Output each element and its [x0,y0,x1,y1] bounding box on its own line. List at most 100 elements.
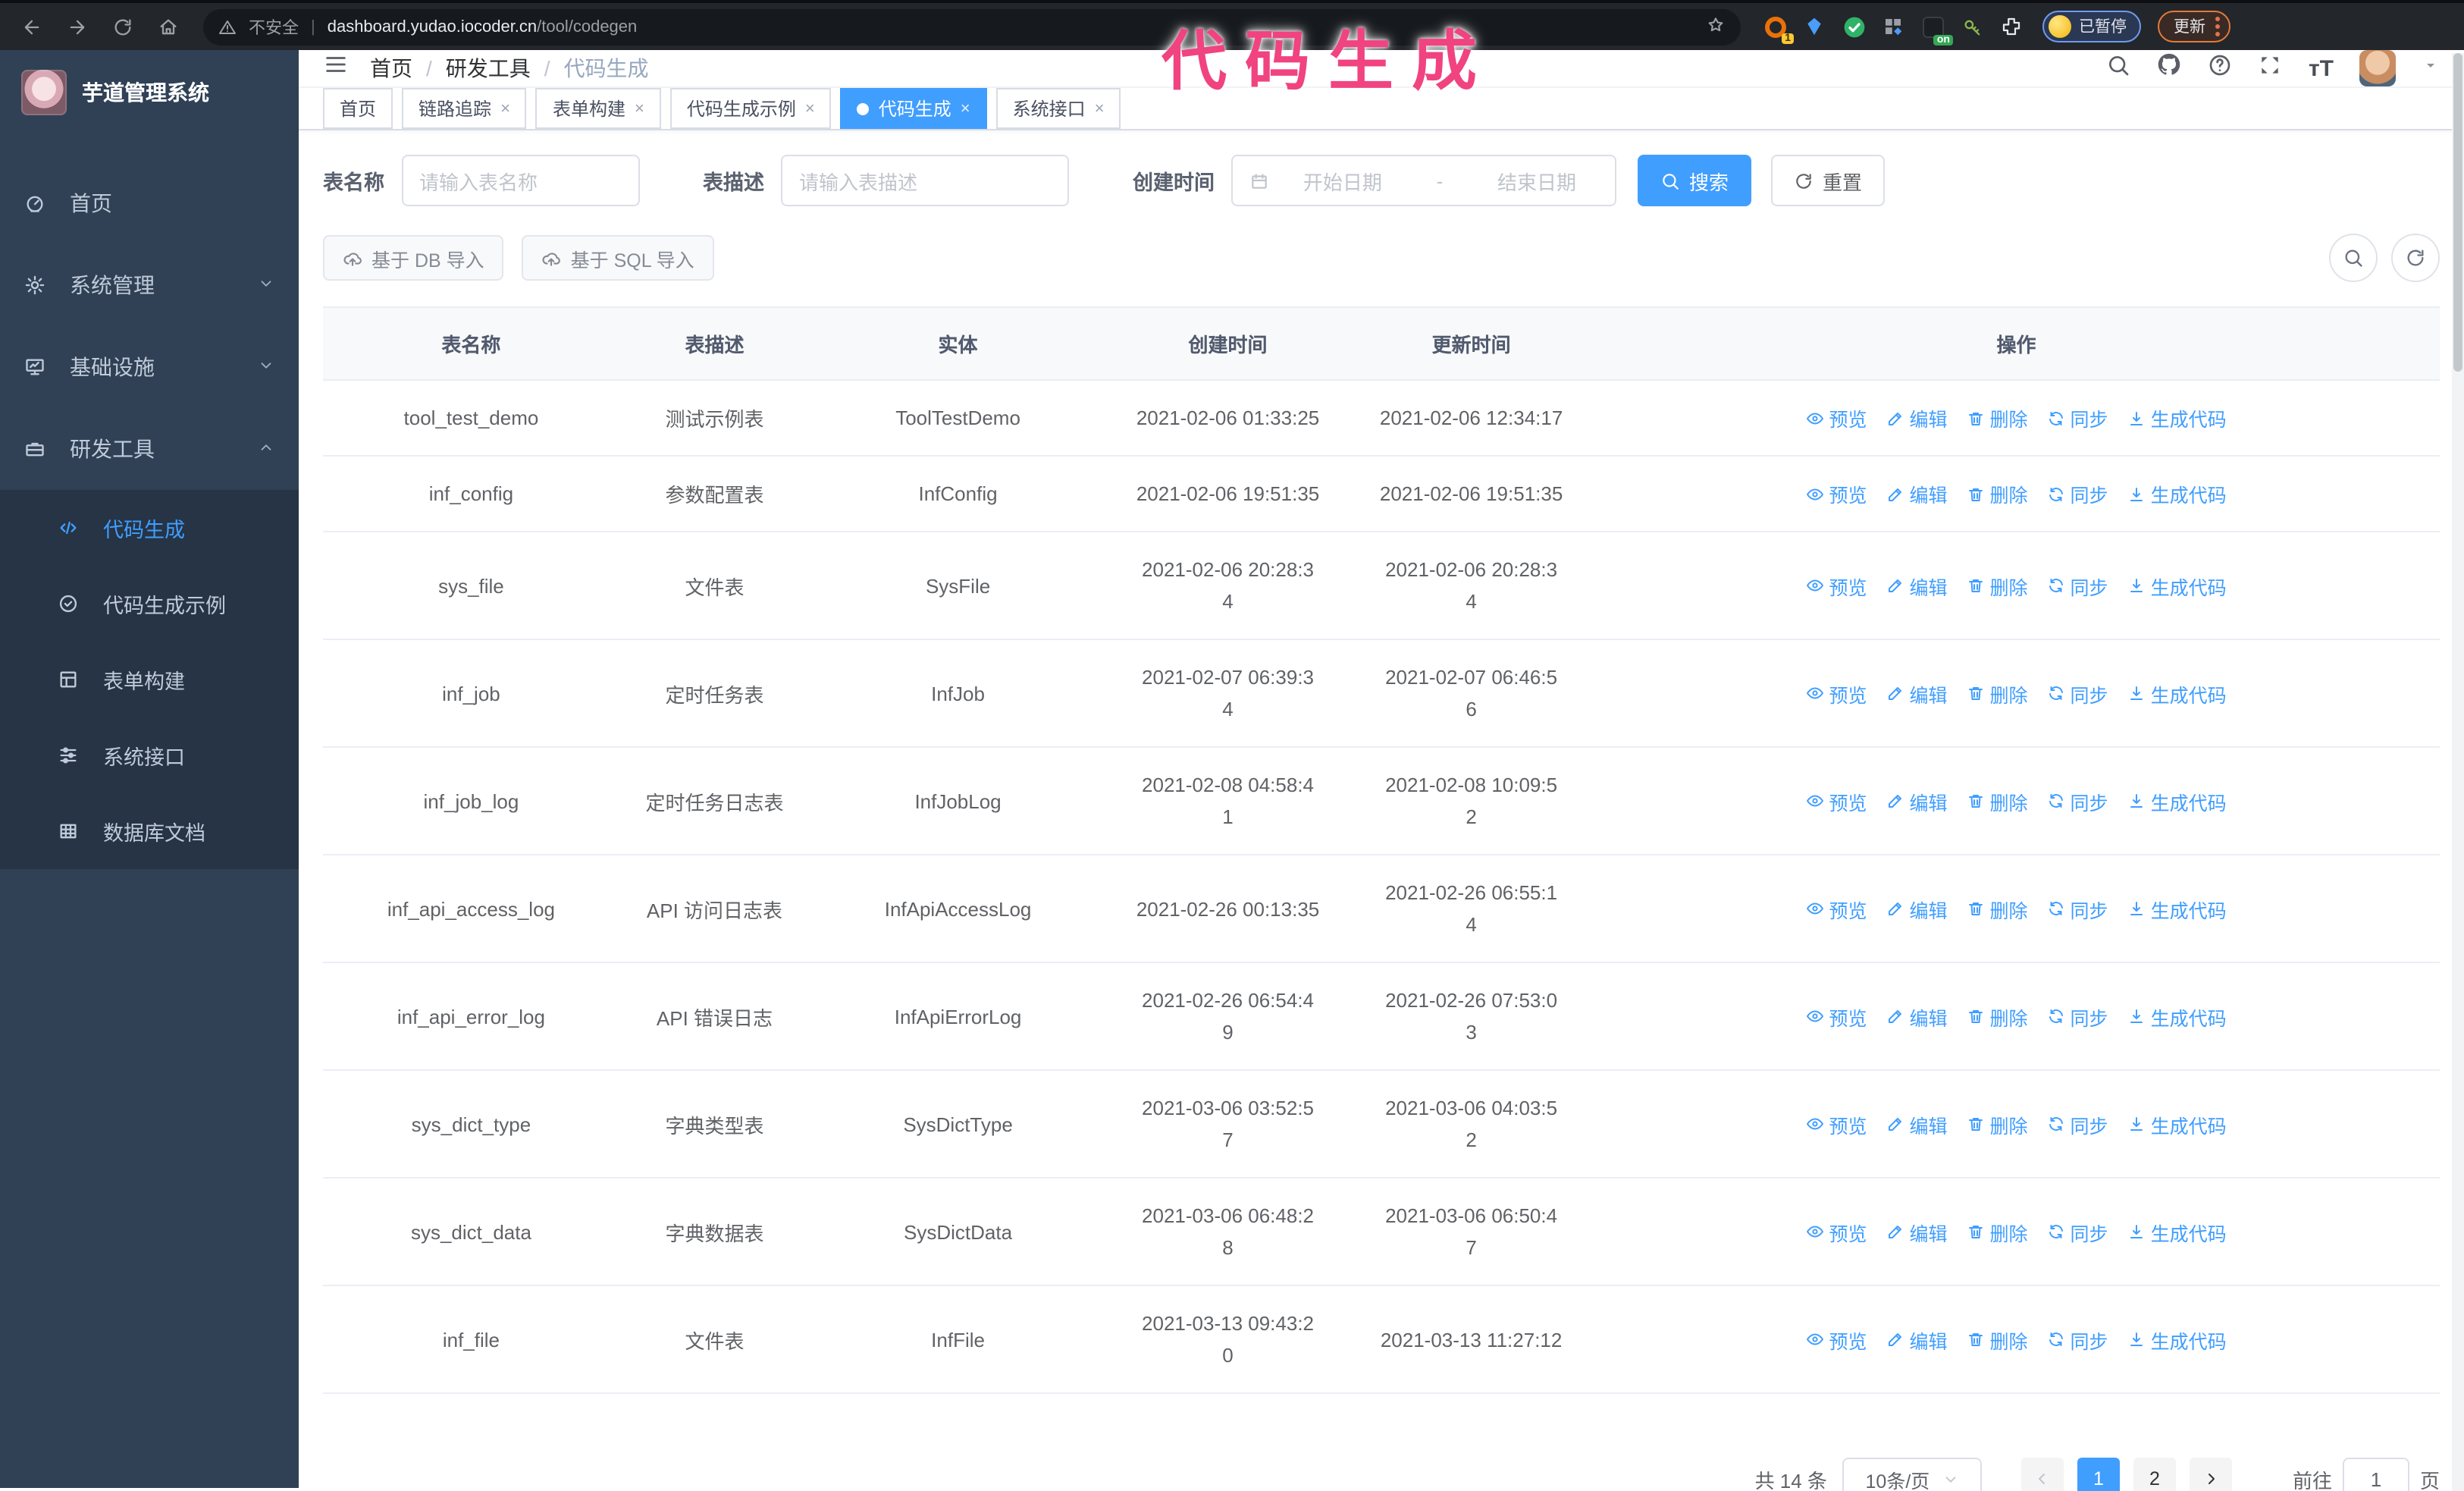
sidebar-item-研发工具[interactable]: 研发工具 [0,408,299,490]
action-同步[interactable]: 同步 [2048,1325,2108,1354]
action-同步[interactable]: 同步 [2048,479,2108,508]
action-删除[interactable]: 删除 [1967,1002,2028,1031]
browser-forward-icon[interactable] [58,7,97,46]
action-同步[interactable]: 同步 [2048,403,2108,432]
action-同步[interactable]: 同步 [2048,1110,2108,1138]
browser-reload-icon[interactable] [103,7,143,46]
user-menu-caret-icon[interactable] [2422,55,2440,82]
action-编辑[interactable]: 编辑 [1886,1110,1948,1138]
tab-close-icon[interactable]: × [961,99,970,118]
fullscreen-icon[interactable] [2259,52,2283,84]
sidebar-collapse-icon[interactable] [323,52,349,85]
action-删除[interactable]: 删除 [1967,894,2028,923]
tab-close-icon[interactable]: × [500,99,510,118]
next-page-button[interactable] [2189,1458,2232,1491]
breadcrumb-tools[interactable]: 研发工具 [446,53,531,83]
action-编辑[interactable]: 编辑 [1886,894,1948,923]
action-编辑[interactable]: 编辑 [1886,1325,1948,1354]
sidebar-item-系统管理[interactable]: 系统管理 [0,244,299,326]
action-预览[interactable]: 预览 [1806,1110,1867,1138]
action-删除[interactable]: 删除 [1967,1110,2028,1138]
prev-page-button[interactable] [2020,1458,2064,1491]
action-预览[interactable]: 预览 [1806,679,1867,708]
header-search-icon[interactable] [2107,52,2131,84]
action-预览[interactable]: 预览 [1806,894,1867,923]
user-avatar[interactable] [2359,50,2396,86]
action-预览[interactable]: 预览 [1806,786,1867,815]
action-删除[interactable]: 删除 [1967,1217,2028,1246]
extension-icon-gem[interactable] [1801,14,1827,39]
app-logo[interactable]: 芋道管理系统 [0,50,299,135]
action-编辑[interactable]: 编辑 [1886,679,1948,708]
sidebar-item-代码生成[interactable]: 代码生成 [0,490,299,566]
extension-icon-switch[interactable]: on [1920,14,1953,46]
action-删除[interactable]: 删除 [1967,679,2028,708]
action-编辑[interactable]: 编辑 [1886,403,1948,432]
extension-icon-grid[interactable] [1880,14,1906,39]
action-编辑[interactable]: 编辑 [1886,1002,1948,1031]
action-同步[interactable]: 同步 [2048,786,2108,815]
action-生成代码[interactable]: 生成代码 [2128,1325,2227,1354]
action-生成代码[interactable]: 生成代码 [2128,1217,2227,1246]
action-生成代码[interactable]: 生成代码 [2128,571,2227,600]
action-删除[interactable]: 删除 [1967,786,2028,815]
page-size-select[interactable]: 10条/页 [1842,1458,1982,1491]
action-预览[interactable]: 预览 [1806,479,1867,508]
action-同步[interactable]: 同步 [2048,679,2108,708]
action-生成代码[interactable]: 生成代码 [2128,1002,2227,1031]
action-删除[interactable]: 删除 [1967,479,2028,508]
help-icon[interactable] [2209,52,2233,84]
sidebar-item-首页[interactable]: 首页 [0,162,299,244]
extension-icon-vue[interactable] [1841,14,1867,39]
action-预览[interactable]: 预览 [1806,403,1867,432]
font-size-icon[interactable]: тT [2309,55,2334,81]
action-生成代码[interactable]: 生成代码 [2128,479,2227,508]
reset-button[interactable]: 重置 [1771,155,1886,206]
action-同步[interactable]: 同步 [2048,1217,2108,1246]
action-编辑[interactable]: 编辑 [1886,479,1948,508]
action-删除[interactable]: 删除 [1967,571,2028,600]
browser-menu-icon[interactable] [2215,17,2219,36]
github-icon[interactable] [2157,52,2183,85]
toggle-search-button[interactable] [2329,234,2378,282]
action-编辑[interactable]: 编辑 [1886,786,1948,815]
action-编辑[interactable]: 编辑 [1886,1217,1948,1246]
sidebar-item-表单构建[interactable]: 表单构建 [0,642,299,717]
action-生成代码[interactable]: 生成代码 [2128,403,2227,432]
breadcrumb-home[interactable]: 首页 [370,53,412,83]
sidebar-item-数据库文档[interactable]: 数据库文档 [0,793,299,869]
action-同步[interactable]: 同步 [2048,894,2108,923]
scrollbar-thumb[interactable] [2453,53,2462,372]
import-db-button[interactable]: 基于 DB 导入 [323,235,504,281]
browser-back-icon[interactable] [12,7,52,46]
address-bar[interactable]: 不安全 | dashboard.yudao.iocoder.cn/tool/co… [203,8,1741,45]
browser-home-icon[interactable] [149,7,188,46]
import-sql-button[interactable]: 基于 SQL 导入 [522,235,714,281]
tab-系统接口[interactable]: 系统接口 × [995,88,1121,129]
tab-close-icon[interactable]: × [635,99,644,118]
table-name-input[interactable]: 请输入表名称 [401,155,639,206]
action-同步[interactable]: 同步 [2048,1002,2108,1031]
extensions-puzzle-icon[interactable] [1998,14,2024,39]
tab-代码生成[interactable]: 代码生成 × [840,88,987,129]
action-生成代码[interactable]: 生成代码 [2128,1110,2227,1138]
date-range-picker[interactable]: 开始日期 - 结束日期 [1231,155,1616,206]
table-desc-input[interactable]: 请输入表描述 [781,155,1069,206]
refresh-table-button[interactable] [2391,234,2440,282]
page-button-2[interactable]: 2 [2133,1458,2176,1491]
extension-icon-orange[interactable]: 1 [1762,14,1794,44]
tab-代码生成示例[interactable]: 代码生成示例 × [669,88,832,129]
browser-profile-chip[interactable]: 已暂停 [2042,11,2140,42]
goto-page-input[interactable] [2342,1458,2409,1491]
action-编辑[interactable]: 编辑 [1886,571,1948,600]
action-预览[interactable]: 预览 [1806,1217,1867,1246]
sidebar-item-系统接口[interactable]: 系统接口 [0,717,299,793]
extension-icon-key[interactable] [1959,14,1985,39]
action-同步[interactable]: 同步 [2048,571,2108,600]
page-button-1[interactable]: 1 [2077,1458,2120,1491]
tab-表单构建[interactable]: 表单构建 × [535,88,661,129]
action-生成代码[interactable]: 生成代码 [2128,679,2227,708]
browser-update-button[interactable]: 更新 [2157,11,2230,42]
tab-close-icon[interactable]: × [1095,99,1105,118]
action-删除[interactable]: 删除 [1967,403,2028,432]
